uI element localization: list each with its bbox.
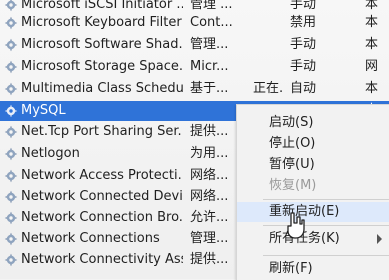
service-description: 网络... <box>190 189 229 204</box>
service-name: Network Connected Devi... <box>21 189 183 204</box>
gear-icon <box>4 82 18 96</box>
service-description: Micr... <box>190 59 229 74</box>
service-name: Network Connectivity Ass... <box>21 252 183 267</box>
service-name: Microsoft Keyboard Filter <box>21 15 182 30</box>
service-name: Network Connections <box>21 231 160 246</box>
service-startup-type: 自动 <box>290 81 317 96</box>
menu-item-start[interactable]: 启动(S) <box>237 113 389 133</box>
service-startup-type: 手动 <box>290 37 317 52</box>
service-description: 网络... <box>190 168 229 183</box>
mouse-pointer-icon <box>287 212 305 239</box>
service-description: 管理... <box>190 231 229 246</box>
service-description: 基于... <box>190 81 229 96</box>
gear-icon <box>4 104 18 118</box>
service-description: 提供... <box>190 252 229 267</box>
service-name: MySQL <box>21 103 66 118</box>
gear-icon <box>4 190 18 204</box>
menu-separator <box>263 225 389 226</box>
service-logon-as: 本 <box>365 15 379 30</box>
gear-icon <box>4 0 18 12</box>
menu-item-stop[interactable]: 停止(O) <box>237 134 389 154</box>
gear-icon <box>4 60 18 74</box>
service-logon-as: 本 <box>365 37 379 52</box>
service-name: Network Connection Bro... <box>21 210 183 225</box>
service-logon-as: 本 <box>365 81 379 96</box>
service-row[interactable]: Microsoft Storage Space... Micr... 手动 网 <box>0 57 389 77</box>
service-name: Net.Tcp Port Sharing Ser... <box>21 124 183 139</box>
service-name: Netlogon <box>21 146 80 161</box>
gear-icon <box>4 211 18 225</box>
service-row[interactable]: Multimedia Class Schedu... 基于... 正在... 自… <box>0 79 389 99</box>
service-name: Network Access Protecti... <box>21 168 183 183</box>
service-description: Cont... <box>190 15 233 30</box>
service-status: 正在... <box>253 81 283 96</box>
gear-icon <box>4 169 18 183</box>
service-logon-as: 网 <box>365 59 379 74</box>
service-startup-type: 禁用 <box>290 15 317 30</box>
menu-item-pause[interactable]: 暂停(U) <box>237 155 389 175</box>
service-startup-type: 手动 <box>290 59 317 74</box>
gear-icon <box>4 147 18 161</box>
service-description: 允许... <box>190 210 229 225</box>
chevron-right-icon <box>377 234 382 244</box>
service-name: Microsoft Storage Space... <box>21 59 183 74</box>
gear-icon <box>4 38 18 52</box>
gear-icon <box>4 16 18 30</box>
service-name: Multimedia Class Schedu... <box>21 81 183 96</box>
service-name: Microsoft Software Shad... <box>21 37 183 52</box>
gear-icon <box>4 125 18 139</box>
service-description: 提供... <box>190 124 229 139</box>
service-description: 管理... <box>190 37 229 52</box>
menu-item-restart[interactable]: 重新启动(E) <box>237 202 389 222</box>
gear-icon <box>4 232 18 246</box>
menu-separator <box>263 255 389 256</box>
menu-item-all-tasks[interactable]: 所有任务(K) <box>237 229 389 249</box>
service-row[interactable]: Microsoft Keyboard Filter Cont... 禁用 本 <box>0 13 389 33</box>
menu-item-resume: 恢复(M) <box>269 178 317 193</box>
menu-item-refresh[interactable]: 刷新(F) <box>237 259 389 279</box>
gear-icon <box>4 253 18 267</box>
service-row[interactable]: Microsoft Software Shad... 管理... 手动 本 <box>0 35 389 55</box>
service-description: 为用... <box>190 146 229 161</box>
menu-separator <box>263 199 389 200</box>
services-window: Microsoft iSCSI Initiator ... 管理 ... 手动 … <box>0 0 389 280</box>
context-menu: 启动(S) 停止(O) 暂停(U) 恢复(M) 重新启动(E) 所有任务(K) … <box>236 104 389 280</box>
